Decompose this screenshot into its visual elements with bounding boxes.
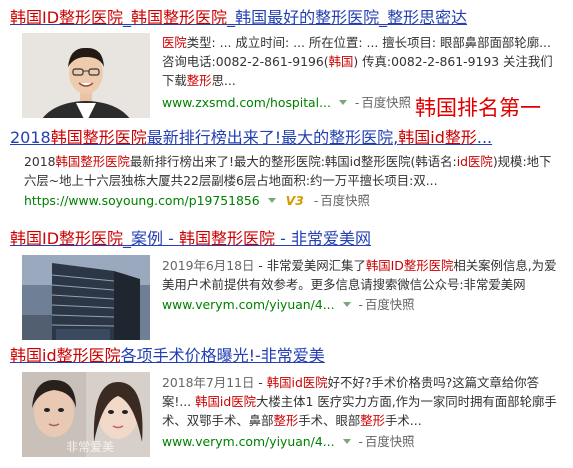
- separator: -: [354, 95, 360, 110]
- highlight-text: 韩国: [328, 54, 354, 69]
- result-4-date: 2018年7月11日: [162, 375, 255, 390]
- result-1-thumbnail[interactable]: [22, 33, 150, 118]
- result-4-snapshot-link[interactable]: 百度快照: [365, 434, 415, 449]
- text-segment: 各项手术价格曝光!-非常爱美: [120, 346, 325, 365]
- result-2-snapshot-link[interactable]: 百度快照: [320, 193, 370, 208]
- text-segment: _韩国最好的整形医院_整形思密达: [227, 8, 468, 27]
- result-3-url[interactable]: www.verym.com/yiyuan/4...: [162, 297, 335, 312]
- chevron-down-icon[interactable]: [342, 439, 351, 444]
- chevron-down-icon[interactable]: [342, 302, 351, 307]
- text-segment: - 非常爱美网: [275, 229, 371, 248]
- text-segment: 最新排行榜出来了!最大的整形医院:韩国id整形医院(韩语名:: [129, 154, 457, 169]
- highlight-text: 整形: [360, 413, 386, 428]
- v3-badge[interactable]: V3: [286, 193, 304, 208]
- highlight-text: 韩国ID整形医院: [10, 8, 124, 27]
- result-2-url[interactable]: https://www.soyoung.com/p19751856: [24, 193, 260, 208]
- result-4-thumbnail[interactable]: 非常爱美: [22, 372, 150, 457]
- result-2-title[interactable]: 2018韩国整形医院最新排行榜出来了!最大的整形医院,韩国id整形...: [10, 128, 492, 148]
- highlight-text: 韩国整形医院: [50, 128, 147, 147]
- result-4-title[interactable]: 韩国id整形医院各项手术价格曝光!-非常爱美: [10, 346, 325, 366]
- result-3-snippet: 2019年6月18日 - 非常爱美网汇集了韩国ID整形医院相关案例信息,为爱美用…: [162, 256, 560, 294]
- text-segment: 思...: [211, 73, 236, 88]
- text-segment: - 非常爱美网汇集了: [254, 258, 366, 273]
- text-segment: _: [123, 8, 132, 27]
- result-1-title[interactable]: 韩国ID整形医院_韩国整形医院_韩国最好的整形医院_整形思密达: [10, 8, 467, 28]
- text-segment: 2018: [10, 128, 51, 147]
- text-segment: _案例 -: [123, 229, 179, 248]
- highlight-text: 韩国ID整形医院: [10, 229, 124, 248]
- text-segment: ...: [476, 128, 493, 147]
- separator: -: [313, 193, 319, 208]
- hospital-building-icon: [22, 255, 150, 340]
- result-3-thumbnail[interactable]: [22, 255, 150, 340]
- highlight-text: 医院: [162, 35, 187, 50]
- result-4-url-line: www.verym.com/yiyuan/4... - 百度快照: [162, 433, 415, 451]
- text-segment: 最新排行榜出来了!最大的整形医院,: [146, 128, 399, 147]
- ranking-annotation: 韩国排名第一: [415, 96, 541, 120]
- separator: -: [358, 434, 363, 449]
- highlight-text: 韩国id整形: [398, 128, 477, 147]
- doctor-portrait-icon: [22, 33, 150, 118]
- chevron-down-icon[interactable]: [267, 198, 276, 203]
- text-segment: 2018: [24, 154, 56, 169]
- result-1-url[interactable]: www.zxsmd.com/hospital...: [162, 95, 331, 110]
- result-1-url-line: www.zxsmd.com/hospital... - 百度快照: [162, 94, 411, 112]
- highlight-text: 整形: [273, 413, 299, 428]
- highlight-text: 韩国整形医院: [131, 8, 228, 27]
- highlight-text: 韩国ID整形医院: [365, 258, 454, 273]
- result-3-title[interactable]: 韩国ID整形医院_案例 - 韩国整形医院 - 非常爱美网: [10, 229, 371, 249]
- result-4-snippet: 2018年7月11日 - 韩国id医院好不好?手术价格贵吗?这篇文章给你答案!.…: [162, 373, 560, 430]
- highlight-text: 韩国整形医院: [55, 154, 130, 169]
- result-4-url[interactable]: www.verym.com/yiyuan/4...: [162, 434, 335, 449]
- highlight-text: 韩国id整形医院: [10, 346, 121, 365]
- text-segment: 手术...: [385, 413, 422, 428]
- text-segment: 手术、眼部: [298, 413, 361, 428]
- separator: -: [358, 297, 363, 312]
- result-2-url-line: https://www.soyoung.com/p19751856 V3- 百度快照: [24, 192, 370, 210]
- result-1-snippet: 医院类型: ... 成立时间: ... 所在位置: ... 擅长项目: 眼部鼻部…: [162, 33, 560, 90]
- result-3-url-line: www.verym.com/yiyuan/4... - 百度快照: [162, 296, 415, 314]
- result-2-snippet: 2018韩国整形医院最新排行榜出来了!最大的整形医院:韩国id整形医院(韩语名:…: [24, 152, 560, 190]
- result-1-snapshot-link[interactable]: 百度快照: [361, 95, 411, 110]
- watermark: 非常爱美: [66, 440, 115, 454]
- highlight-text: id医院: [456, 154, 493, 169]
- result-3-snapshot-link[interactable]: 百度快照: [365, 297, 415, 312]
- highlight-text: 整形: [186, 73, 212, 88]
- result-3-date: 2019年6月18日: [162, 258, 255, 273]
- highlight-text: 韩国id医院: [266, 375, 328, 390]
- chevron-down-icon[interactable]: [338, 100, 347, 105]
- text-segment: -: [254, 375, 267, 390]
- highlight-text: 韩国id医院: [195, 394, 256, 409]
- highlight-text: 韩国整形医院: [179, 229, 276, 248]
